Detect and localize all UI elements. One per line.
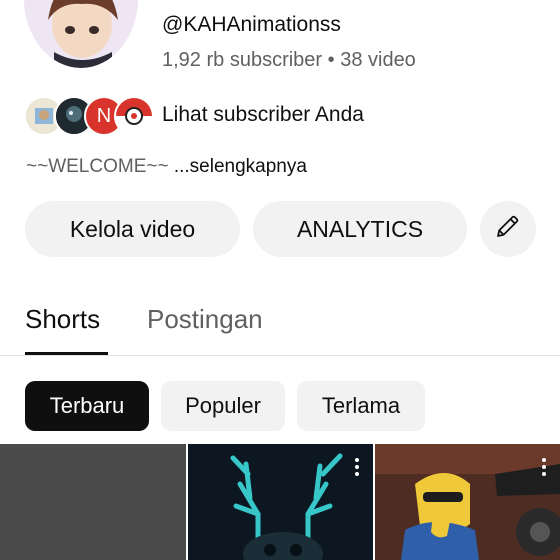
chip-oldest[interactable]: Terlama <box>297 381 425 431</box>
view-subscribers-link[interactable]: Lihat subscriber Anda <box>162 103 364 127</box>
analytics-button[interactable]: ANALYTICS <box>253 201 467 257</box>
tabs-divider <box>0 355 560 356</box>
subscriber-avatar <box>114 96 154 136</box>
channel-stats: 1,92 rb subscriber • 38 video <box>162 49 416 71</box>
more-options-icon[interactable] <box>355 458 359 476</box>
tab-posts[interactable]: Postingan <box>147 304 263 335</box>
description-text: ~~WELCOME~~ <box>26 156 169 177</box>
pencil-icon <box>493 211 523 247</box>
channel-description[interactable]: ~~WELCOME~~ ...selengkapnya <box>26 156 307 178</box>
subscriber-avatars[interactable]: N <box>24 96 154 136</box>
short-thumbnail[interactable] <box>0 444 186 560</box>
edit-channel-button[interactable] <box>480 201 536 257</box>
short-thumbnail[interactable] <box>375 444 560 560</box>
manage-videos-button[interactable]: Kelola video <box>25 201 240 257</box>
tab-shorts[interactable]: Shorts <box>25 304 100 335</box>
more-link[interactable]: ...selengkapnya <box>174 156 307 177</box>
channel-avatar[interactable] <box>24 0 138 68</box>
more-options-icon[interactable] <box>542 458 546 476</box>
channel-handle: @KAHAnimationss <box>162 13 341 36</box>
chip-latest[interactable]: Terbaru <box>25 381 149 431</box>
chip-popular[interactable]: Populer <box>161 381 285 431</box>
short-thumbnail[interactable] <box>188 444 373 560</box>
